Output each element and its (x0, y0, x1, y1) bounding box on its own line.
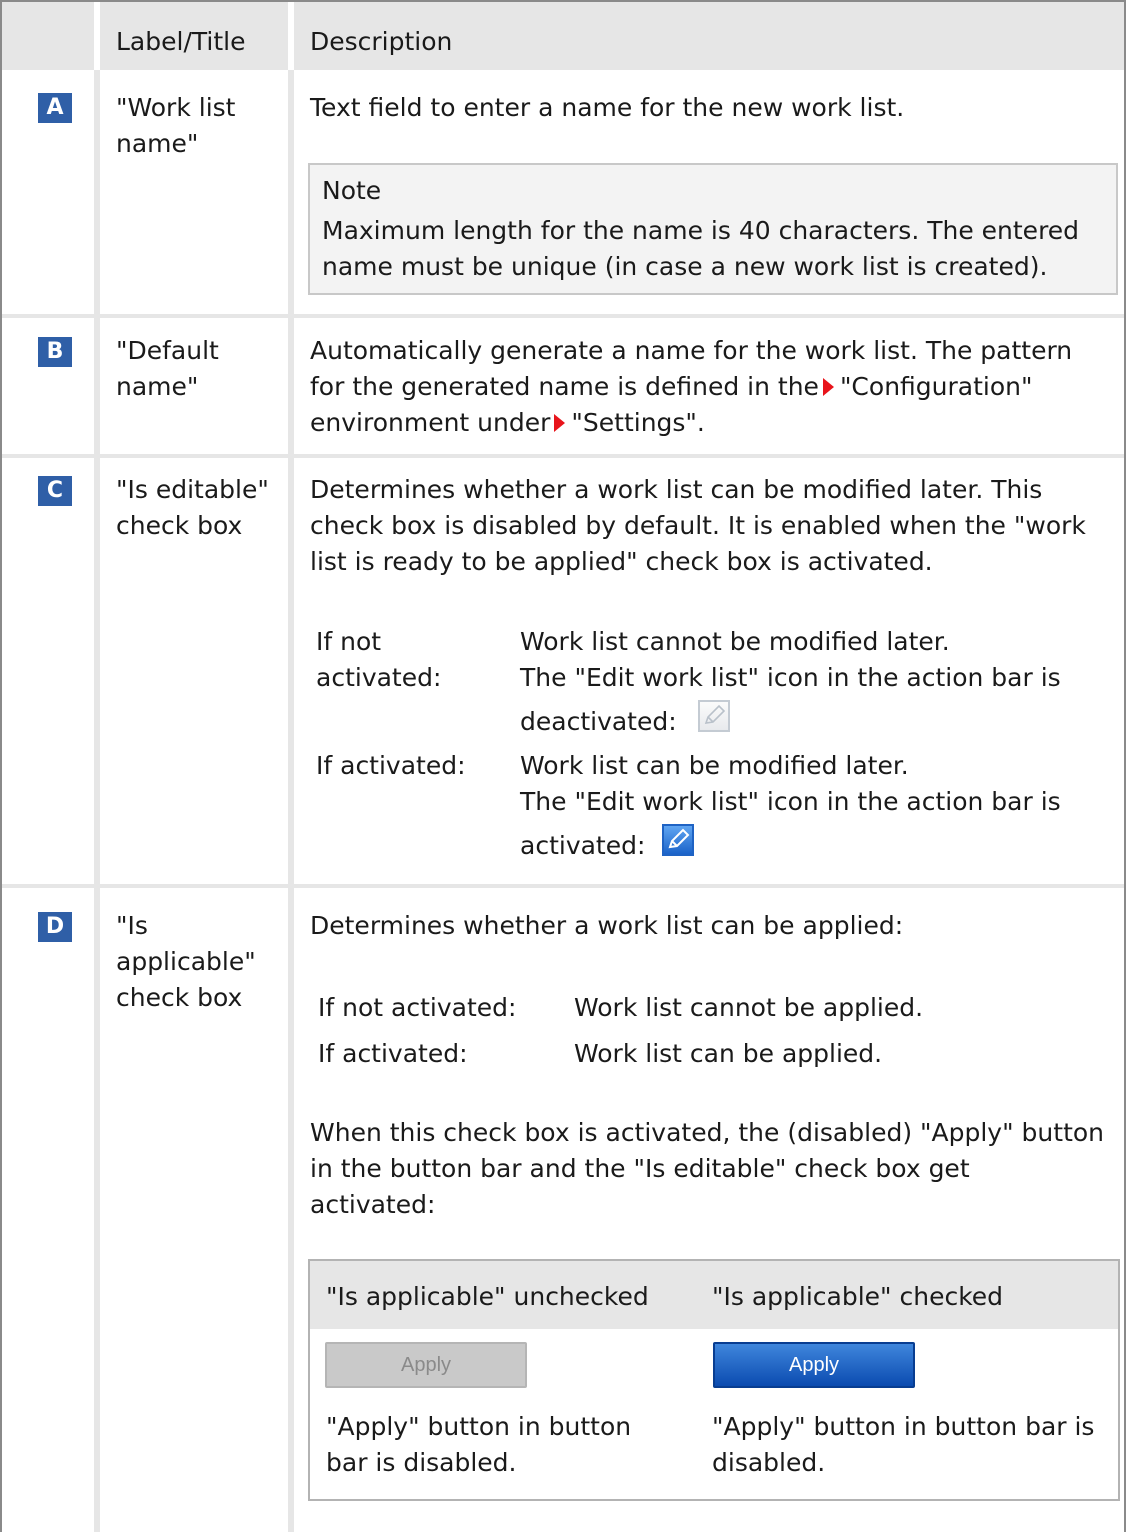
row-c-description-line1: Determines whether a work list can be mo… (310, 475, 1043, 504)
col-sep-1 (94, 70, 100, 1532)
link-configuration[interactable]: "Configuration" (840, 372, 1033, 401)
comparison-caption-unchecked-line2: bar is disabled. (326, 1448, 517, 1477)
table-left-border (0, 0, 2, 1532)
row-c-state-2-line1: If activated: (316, 751, 466, 780)
row-marker-d: D (38, 912, 72, 942)
row-c-label-line2: check box (116, 511, 243, 540)
apply-comparison-table: "Is applicable" unchecked "Is applicable… (308, 1259, 1120, 1501)
row-a-label-line2: name" (116, 129, 199, 158)
header-description: Description (310, 27, 453, 56)
row-d-after-line3: activated: (310, 1190, 436, 1219)
apply-button-enabled[interactable]: Apply (713, 1342, 915, 1388)
row-d-after-line1: When this check box is activated, the (d… (310, 1118, 1105, 1147)
link-arrow-icon (822, 378, 834, 396)
note-line-1: Maximum length for the name is 40 charac… (322, 216, 1080, 245)
row-a-description: Text field to enter a name for the new w… (310, 93, 905, 122)
row-d-description: Determines whether a work list can be ap… (310, 911, 904, 940)
row-marker-c: C (38, 476, 72, 506)
pencil-enabled-icon (662, 824, 694, 856)
note-line-2: name must be unique (in case a new work … (322, 252, 1048, 281)
row-c-state-2-text-2: The "Edit work list" icon in the action … (520, 787, 1061, 816)
row-b-description-line1: Automatically generate a name for the wo… (310, 336, 1073, 365)
row-d-after-line2: in the button bar and the "Is editable" … (310, 1154, 970, 1183)
row-b-label-line2: name" (116, 372, 199, 401)
row-d-label-line1: "Is (116, 911, 148, 940)
row-d-state-2: If activated: (318, 1039, 468, 1068)
link-settings[interactable]: "Settings". (571, 408, 704, 437)
row-c-description-line3: list is ready to be applied" check box i… (310, 547, 933, 576)
row-a-label-line1: "Work list (116, 93, 236, 122)
row-c-state-1-text-3: deactivated: (520, 707, 677, 736)
row-sep-bc (2, 454, 1124, 458)
header-label-title: Label/Title (116, 27, 246, 56)
row-c-state-2-text-1: Work list can be modified later. (520, 751, 909, 780)
row-sep-cd (2, 884, 1124, 888)
row-b-description-line3: environment under "Settings". (310, 405, 705, 441)
row-c-label-line1: "Is editable" (116, 475, 269, 504)
col-sep-2 (288, 70, 294, 1532)
row-sep-ab (2, 314, 1124, 318)
header-cell-marker (2, 2, 94, 70)
row-d-state-1-text: Work list cannot be applied. (574, 993, 924, 1022)
row-b-label-line1: "Default (116, 336, 219, 365)
row-c-description-line2: check box is disabled by default. It is … (310, 511, 1086, 540)
row-d-state-2-text: Work list can be applied. (574, 1039, 883, 1068)
row-c-state-1-text-2: The "Edit work list" icon in the action … (520, 663, 1061, 692)
row-b-description-line2-text: for the generated name is defined in the (310, 372, 819, 401)
comparison-header-unchecked: "Is applicable" unchecked (326, 1282, 649, 1311)
link-arrow-icon (554, 414, 566, 432)
row-marker-a: A (38, 93, 72, 123)
pencil-disabled-icon (698, 700, 730, 732)
apply-button-disabled: Apply (325, 1342, 527, 1388)
row-marker-b: B (38, 337, 72, 367)
row-b-description-line3-text: environment under (310, 408, 551, 437)
row-c-state-1-line1: If not (316, 627, 382, 656)
row-d-label-line2: applicable" (116, 947, 256, 976)
row-d-label-line3: check box (116, 983, 243, 1012)
row-c-state-2-text-3: activated: (520, 831, 646, 860)
table-page: Label/Title Description A "Work list nam… (0, 0, 1126, 1532)
row-b-description-line2: for the generated name is defined in the… (310, 369, 1032, 405)
comparison-caption-checked-line1: "Apply" button in button bar is (712, 1412, 1095, 1441)
note-box: Note Maximum length for the name is 40 c… (308, 163, 1118, 295)
comparison-caption-unchecked-line1: "Apply" button in button (326, 1412, 632, 1441)
row-c-state-1-line2: activated: (316, 663, 442, 692)
comparison-header-checked: "Is applicable" checked (712, 1282, 1004, 1311)
note-title: Note (322, 176, 382, 205)
comparison-caption-checked-line2: disabled. (712, 1448, 826, 1477)
row-d-state-1: If not activated: (318, 993, 517, 1022)
row-c-state-1-text-1: Work list cannot be modified later. (520, 627, 950, 656)
